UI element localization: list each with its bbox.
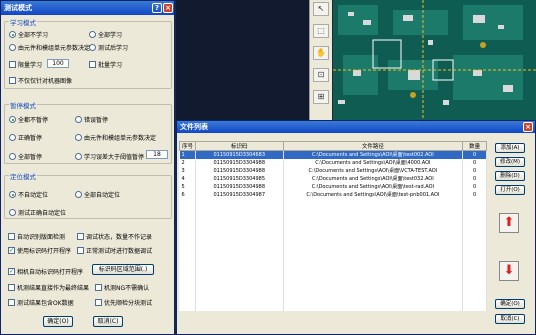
- file-table: 序号 标识码 文件路径 数量 1 01150915D3304683 C:\Document…: [179, 141, 487, 311]
- table-row[interactable]: 5 01150915D3304988 C:\Documents and Settin…: [179, 182, 487, 191]
- table-cell: C:\Documents and Settings\AOI\桌面\test032…: [283, 174, 464, 183]
- table-cell: C:\Documents and Settings\AOI\桌面\test002…: [283, 150, 464, 159]
- test-mode-dialog: 测试模式 ? × 学习模式 全部不学习 全部学习 由元件和模组单元参数决定 测试…: [0, 0, 175, 335]
- ok-button[interactable]: 确定(O): [43, 316, 73, 327]
- file-list-window: 文件列表 × 序号 标识码 文件路径 数量 1 01150915D3304683 C:\D…: [176, 120, 536, 335]
- table-row[interactable]: 1 01150915D3304683 C:\Documents and Settin…: [179, 150, 487, 159]
- use-id-code-checkbox[interactable]: ✓ 使用标识码打开程序: [8, 246, 71, 255]
- dialog-titlebar[interactable]: 测试模式 ? ×: [1, 1, 174, 15]
- table-cell: 01150915D3304683: [195, 150, 284, 159]
- table-row[interactable]: 3 01150915D3304988 C:\Documents and Settin…: [179, 166, 487, 175]
- zoom-area-icon[interactable]: ⊡: [313, 68, 329, 82]
- table-cell: 1: [179, 150, 196, 159]
- table-cell: 5: [179, 182, 196, 191]
- cancel-button[interactable]: 取消(C): [93, 316, 123, 327]
- table-cell: C:\Documents and Settings\AOI\桌面\4000.AO…: [283, 158, 464, 167]
- help-icon[interactable]: ?: [152, 3, 162, 13]
- normal-debug-checkbox[interactable]: 正常测试时进行数据调试: [77, 246, 152, 255]
- table-row[interactable]: 6 01150915D3304987 C:\Documents and Settin…: [179, 190, 487, 199]
- pause-none-radio[interactable]: 全都不暂停: [9, 115, 48, 124]
- table-cell: 0: [462, 174, 487, 183]
- file-list-close-icon[interactable]: ×: [523, 122, 533, 132]
- close-icon[interactable]: ×: [163, 3, 173, 13]
- table-cell: C:\Documents and Settings\AOI\桌面\VCTA-TE…: [283, 166, 464, 175]
- file-list-cancel-button[interactable]: 取消(C): [495, 314, 525, 324]
- machine-result-final-checkbox[interactable]: 机测结果直接作为最终结果: [8, 283, 89, 292]
- select-icon[interactable]: ⬚: [313, 24, 329, 38]
- column-header[interactable]: 标识码: [194, 141, 284, 151]
- learn-mode-title: 学习模式: [9, 17, 37, 27]
- modify-button[interactable]: 修改(M): [495, 157, 525, 167]
- table-cell: 0: [462, 190, 487, 199]
- learn-none-radio[interactable]: 全部不学习: [9, 30, 48, 39]
- table-cell: 0: [462, 158, 487, 167]
- file-list-titlebar[interactable]: 文件列表 ×: [177, 121, 535, 133]
- table-cell: 01150915D3304988: [195, 158, 284, 167]
- locate-mode-group: 定位模式 不自动定位 全部自动定位 测试正确自动定位: [4, 171, 172, 219]
- id-code-region-button[interactable]: 标识码区域范围(.): [92, 264, 154, 275]
- table-cell: 3: [179, 166, 196, 175]
- pause-by-param-radio[interactable]: 由元件和模组单元参数决定: [75, 133, 156, 142]
- table-cell: 0: [462, 182, 487, 191]
- image-view[interactable]: [176, 0, 309, 120]
- learn-after-test-radio[interactable]: 测试后学习: [89, 43, 128, 52]
- priority-block-checkbox[interactable]: 优先顺检分块测试: [95, 298, 152, 307]
- pcb-board-graphic: [333, 0, 536, 120]
- frame-icon[interactable]: ⊞: [313, 90, 329, 104]
- limited-learn-checkbox[interactable]: 限量学习: [9, 60, 42, 69]
- correct-auto-locate-radio[interactable]: 测试正确自动定位: [9, 208, 66, 217]
- table-cell: C:\Documents and Settings\AOI\桌面\test-pn…: [283, 190, 464, 199]
- table-cell: 01150915D3304985: [195, 174, 284, 183]
- pause-mode-title: 暂停模式: [9, 100, 37, 110]
- include-ok-checkbox[interactable]: 测试结果包含OK数据: [8, 298, 74, 307]
- batch-learn-checkbox[interactable]: 批量学习: [89, 60, 122, 69]
- delete-button[interactable]: 删除(D): [495, 171, 525, 181]
- ng-no-confirm-checkbox[interactable]: 机测NG不需确认: [95, 283, 149, 292]
- move-up-icon[interactable]: ⬆: [499, 213, 519, 233]
- dialog-title: 测试模式: [4, 4, 32, 12]
- pause-threshold-radio[interactable]: 学习误差大于阈值暂停: [75, 152, 144, 161]
- table-cell: 2: [179, 158, 196, 167]
- debug-no-record-checkbox[interactable]: 调试状态，数量不作记录: [77, 232, 152, 241]
- locate-mode-title: 定位模式: [9, 171, 37, 181]
- table-cell: 6: [179, 190, 196, 199]
- file-list-ok-button[interactable]: 确定(O): [495, 299, 525, 309]
- hand-icon[interactable]: ✋: [313, 46, 329, 60]
- pause-all-radio[interactable]: 全部暂停: [9, 152, 42, 161]
- table-cell: 4: [179, 174, 196, 183]
- camera-id-code-checkbox[interactable]: ✓ 相机自动标识码打开程序: [8, 267, 83, 276]
- table-cell: 01150915D3304987: [195, 190, 284, 199]
- column-header[interactable]: 数量: [462, 141, 487, 151]
- table-cell: 01150915D3304988: [195, 166, 284, 175]
- add-button[interactable]: 添加(A): [495, 143, 525, 153]
- pcb-image[interactable]: [333, 0, 536, 120]
- table-row[interactable]: 2 01150915D3304988 C:\Documents and Settin…: [179, 158, 487, 167]
- pause-mode-group: 暂停模式 全都不暂停 错误暂停 正确暂停 由元件和模组单元参数决定 全部暂停 学…: [4, 100, 172, 164]
- tool-bar: ↖ ⬚ ✋ ⊡ ⊞: [309, 0, 332, 120]
- learn-by-param-radio[interactable]: 由元件和模组单元参数决定: [9, 43, 90, 52]
- learn-all-radio[interactable]: 全部学习: [89, 30, 122, 39]
- all-auto-locate-radio[interactable]: 全部自动定位: [75, 190, 120, 199]
- table-cell: 0: [462, 166, 487, 175]
- open-button[interactable]: 打开(O): [495, 185, 525, 195]
- limited-learn-input[interactable]: 100: [47, 59, 69, 68]
- table-cell: 01150915D3304988: [195, 182, 284, 191]
- pause-error-radio[interactable]: 错误暂停: [75, 115, 108, 124]
- file-list-title: 文件列表: [180, 123, 208, 131]
- no-auto-locate-radio[interactable]: 不自动定位: [9, 190, 48, 199]
- threshold-input[interactable]: 18: [146, 150, 168, 159]
- table-cell: 0: [462, 150, 487, 159]
- table-cell: C:\Documents and Settings\AOI\桌面\test-ra…: [283, 182, 464, 191]
- column-header[interactable]: 序号: [179, 141, 196, 151]
- table-row[interactable]: 4 01150915D3304985 C:\Documents and Settin…: [179, 174, 487, 183]
- learn-mode-group: 学习模式 全部不学习 全部学习 由元件和模组单元参数决定 测试后学习 限量学习 …: [4, 17, 172, 89]
- not-only-machine-checkbox[interactable]: 不仅仅针对机器图像: [9, 76, 72, 85]
- cursor-icon[interactable]: ↖: [313, 2, 329, 16]
- auto-detect-checkbox[interactable]: 自动识别版面检测: [8, 232, 65, 241]
- move-down-icon[interactable]: ⬇: [499, 261, 519, 281]
- column-header[interactable]: 文件路径: [282, 141, 464, 151]
- pause-correct-radio[interactable]: 正确暂停: [9, 133, 42, 142]
